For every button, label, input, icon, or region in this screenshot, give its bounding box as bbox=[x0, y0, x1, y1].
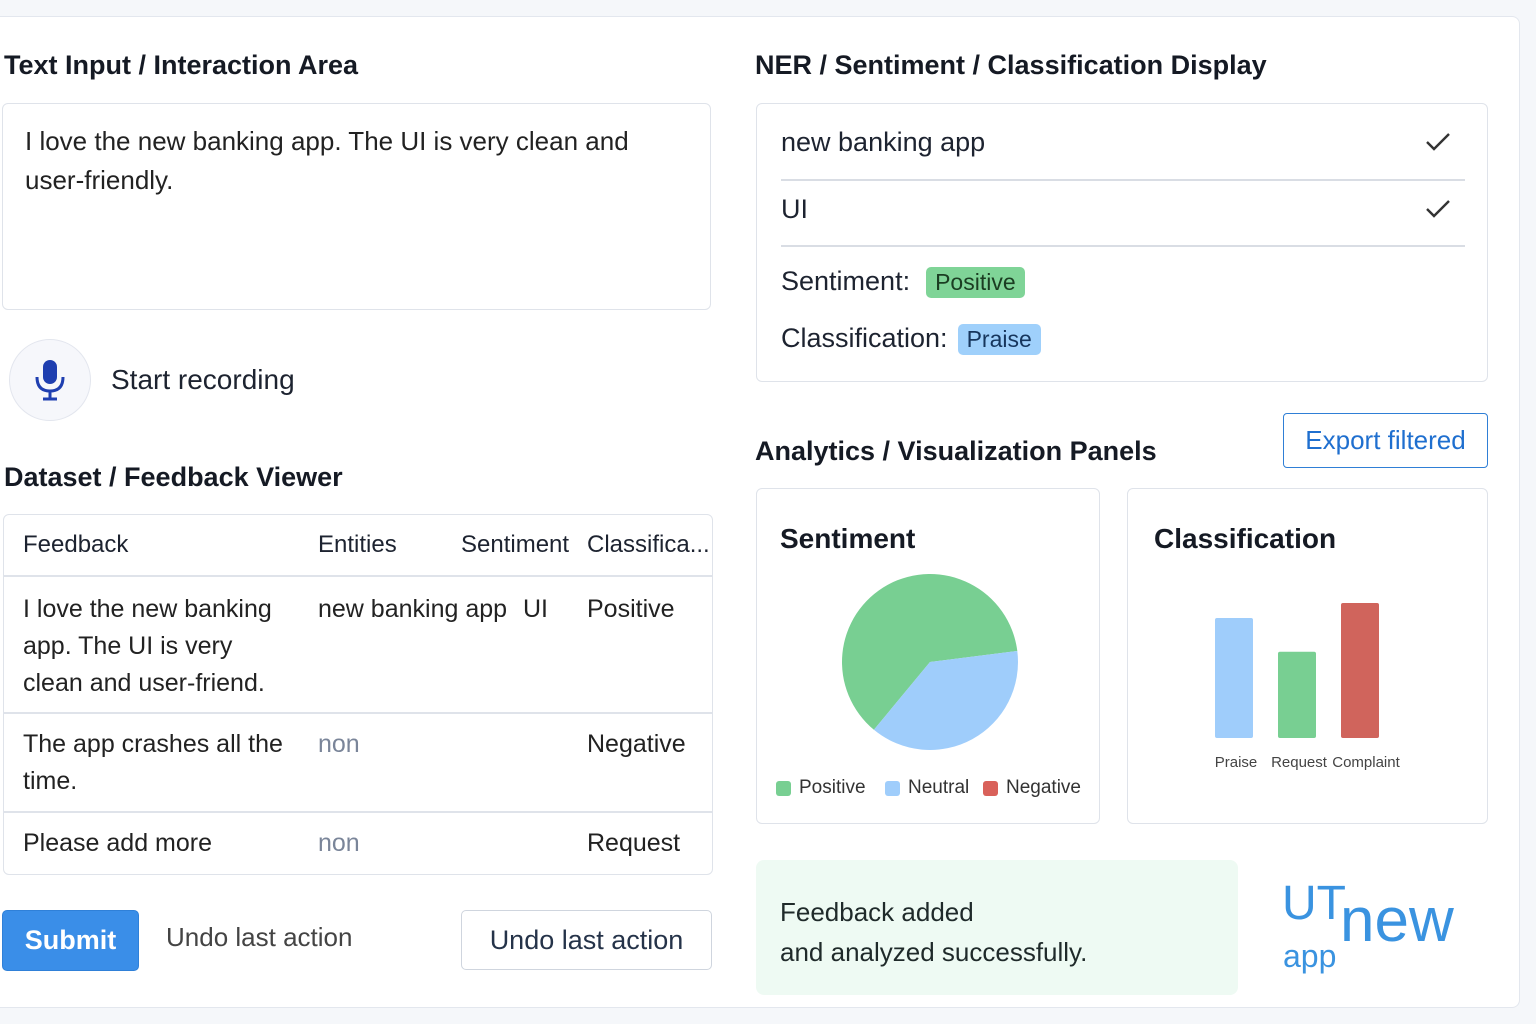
classification-label: Classification: bbox=[781, 323, 948, 353]
classification-field: Classification: Praise bbox=[781, 323, 1041, 356]
row-feedback: I love the new banking app. The UI is ve… bbox=[23, 595, 272, 697]
legend-label: Negative bbox=[1006, 777, 1081, 798]
submit-button[interactable]: Submit bbox=[2, 910, 139, 971]
legend-label: Neutral bbox=[908, 777, 970, 798]
logo-text: new bbox=[1340, 886, 1454, 955]
row-classification: Negative bbox=[587, 730, 686, 758]
app-window: Text Input / Interaction Area I love the… bbox=[0, 16, 1520, 1008]
sentiment-badge: Positive bbox=[926, 267, 1025, 299]
legend-positive: Positive bbox=[776, 777, 866, 799]
record-label[interactable]: Start recording bbox=[111, 364, 295, 396]
success-toast: Feedback added and analyzed successfully… bbox=[756, 860, 1238, 995]
column-header-classification[interactable]: Classifica... bbox=[587, 531, 710, 559]
bar-praise bbox=[1215, 618, 1253, 738]
legend-swatch bbox=[885, 780, 900, 796]
dataset-section-heading: Dataset / Feedback Viewer bbox=[4, 462, 343, 492]
record-button[interactable] bbox=[9, 339, 91, 421]
column-header-feedback[interactable]: Feedback bbox=[23, 531, 128, 559]
sentiment-pie-chart bbox=[842, 574, 1018, 750]
legend-neutral: Neutral bbox=[885, 777, 969, 799]
check-icon bbox=[1426, 200, 1450, 218]
ner-section-heading: NER / Sentiment / Classification Display bbox=[755, 50, 1267, 80]
check-icon bbox=[1426, 133, 1450, 151]
legend-swatch bbox=[776, 780, 791, 796]
column-header-entities[interactable]: Entities bbox=[318, 531, 397, 559]
logo-text: UT bbox=[1282, 877, 1346, 930]
undo-button[interactable]: Undo last action bbox=[461, 910, 712, 970]
entity-label: new banking app bbox=[781, 127, 986, 157]
bar-label-request: Request bbox=[1271, 754, 1328, 771]
row-entity: new banking app bbox=[318, 595, 508, 623]
entity-row[interactable]: UI bbox=[781, 180, 1465, 246]
brand-logo: UT new app bbox=[1280, 867, 1470, 987]
header-divider bbox=[4, 575, 712, 577]
row-feedback: The app crashes all the time. bbox=[23, 730, 283, 795]
column-header-sentiment[interactable]: Sentiment bbox=[461, 531, 569, 559]
entity-label: UI bbox=[781, 194, 808, 224]
toast-line-2: and analyzed successfully. bbox=[780, 937, 1088, 967]
row-entity: non bbox=[318, 730, 360, 758]
bar-label-praise: Praise bbox=[1215, 754, 1258, 771]
classification-badge: Praise bbox=[957, 324, 1041, 356]
legend-negative: Negative bbox=[983, 777, 1081, 799]
bar-label-complaint: Complaint bbox=[1332, 754, 1400, 771]
bar-request bbox=[1278, 651, 1316, 738]
classification-bar-chart: Praise Request Complaint bbox=[1215, 603, 1401, 771]
analytics-section-heading: Analytics / Visualization Panels bbox=[755, 436, 1157, 466]
row-feedback: Please add more bbox=[23, 829, 213, 857]
classification-chart-panel: Classification Praise Request Complaint bbox=[1127, 488, 1488, 824]
feedback-textarea[interactable]: I love the new banking app. The UI is ve… bbox=[2, 103, 711, 310]
ner-panel: new banking app UI Sentiment: Positive Cl… bbox=[756, 103, 1488, 382]
row-sentiment: Positive bbox=[587, 595, 675, 623]
brand-logo-graphic: UT new app bbox=[1282, 877, 1454, 974]
toast-line-1: Feedback added bbox=[780, 897, 974, 927]
sentiment-field: Sentiment: Positive bbox=[781, 266, 1025, 299]
legend-swatch bbox=[983, 780, 998, 796]
row-classification: Request bbox=[587, 829, 681, 857]
row-entity: UI bbox=[523, 595, 548, 623]
input-section-heading: Text Input / Interaction Area bbox=[4, 50, 359, 80]
entity-row[interactable]: new banking app bbox=[781, 113, 1465, 179]
legend-label: Positive bbox=[799, 777, 866, 798]
row-divider bbox=[4, 712, 712, 714]
row-entity: non bbox=[318, 829, 360, 857]
logo-text: app bbox=[1283, 938, 1336, 974]
microphone-icon bbox=[35, 360, 65, 401]
undo-link[interactable]: Undo last action bbox=[166, 922, 352, 953]
export-filtered-button[interactable]: Export filtered bbox=[1283, 413, 1488, 468]
feedback-table: Feedback Entities Sentiment Classifica..… bbox=[3, 514, 713, 875]
bar-complaint bbox=[1341, 603, 1379, 738]
sentiment-chart-panel: Sentiment Positive Neutral Negative bbox=[756, 488, 1100, 824]
row-divider bbox=[4, 811, 712, 813]
sentiment-label: Sentiment: bbox=[781, 266, 911, 296]
entity-divider bbox=[781, 245, 1465, 247]
